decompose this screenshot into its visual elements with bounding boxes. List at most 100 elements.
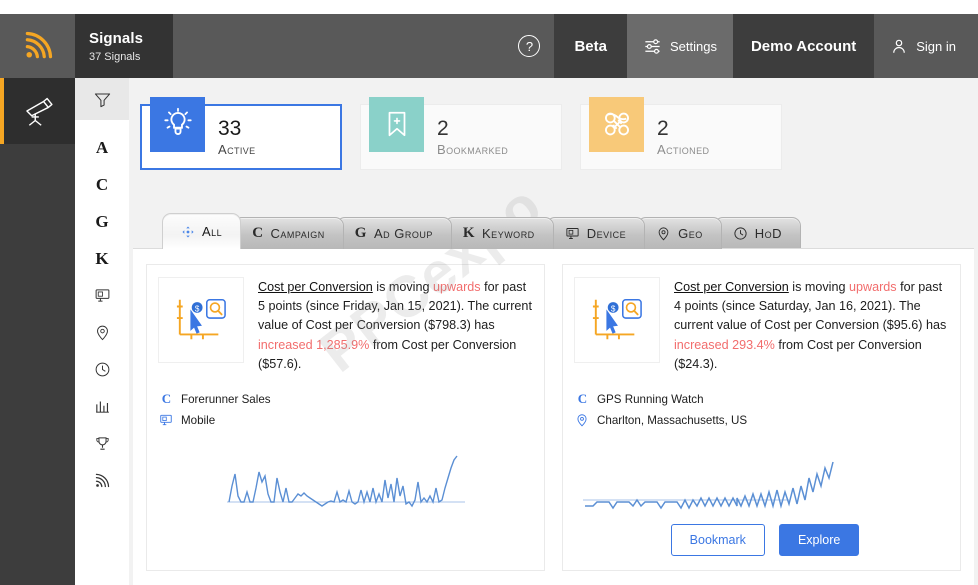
cost-signal-icon-box: $ [574, 277, 660, 363]
bar-chart-icon [95, 401, 109, 413]
campaign-letter-icon: C [161, 391, 172, 407]
signal-card[interactable]: $ Cost per Conversion is moving upwards … [562, 264, 961, 571]
app-title: Signals [89, 29, 144, 47]
tab-bar: All C Campaign G Ad Group K Keyword Devi… [162, 213, 801, 249]
stat-card-actioned[interactable]: 2 Actioned [580, 96, 782, 170]
tab-label: All [202, 224, 223, 239]
campaign-letter-icon: C [252, 225, 264, 241]
geo-pin-icon [658, 227, 669, 241]
bookmark-button[interactable]: Bookmark [670, 523, 765, 556]
signal-card[interactable]: $ Cost per Conversion is moving upwards … [146, 264, 545, 571]
explore-button[interactable]: Explore [778, 523, 860, 556]
meta-device: Mobile [159, 413, 544, 427]
tab-label: Keyword [482, 226, 535, 241]
adgroup-letter-icon: G [354, 225, 367, 241]
stat-text: 2 Actioned [657, 117, 710, 157]
tab-geo[interactable]: Geo [637, 217, 722, 249]
sidebar-item-explorer[interactable] [0, 78, 75, 144]
help-button[interactable]: ? [504, 14, 554, 78]
svg-text:$: $ [195, 304, 200, 313]
rail-item-trophy[interactable] [75, 425, 129, 462]
geo-pin-icon [577, 414, 587, 427]
bookmark-icon-box [369, 96, 424, 152]
stat-card-bookmarked[interactable]: 2 Bookmarked [360, 96, 562, 170]
tab-keyword[interactable]: K Keyword [443, 217, 554, 249]
tab-label: Campaign [270, 226, 325, 241]
rail-item-account[interactable]: A [75, 129, 129, 166]
bookmark-icon [388, 111, 405, 137]
app-logo[interactable] [0, 14, 75, 78]
sparkline-chart [227, 455, 465, 508]
card-description: Cost per Conversion is moving upwards fo… [674, 277, 949, 374]
cost-signal-icon-box: $ [158, 277, 244, 363]
sparkline-chart [583, 461, 834, 510]
lightbulb-icon-box [150, 96, 205, 152]
rail-item-chart[interactable] [75, 388, 129, 425]
card-change: increased 293.4% [674, 337, 775, 352]
device-icon [566, 228, 579, 239]
rail-item-campaign[interactable]: C [75, 166, 129, 203]
tab-device[interactable]: Device [545, 217, 646, 249]
tab-label: Device [586, 226, 627, 241]
tab-campaign[interactable]: C Campaign [233, 217, 344, 249]
card-change: increased 1,285.9% [258, 337, 370, 352]
meta-label: Forerunner Sales [181, 392, 271, 406]
stat-count: 2 [437, 116, 449, 140]
meta-geo: Charlton, Massachusetts, US [575, 413, 960, 427]
user-icon [893, 39, 906, 53]
stat-label: Bookmarked [437, 141, 509, 157]
card-text-1: is moving [372, 280, 433, 294]
stat-cards: 33 Active 2 Bookmarked 2 Actioned [140, 96, 782, 170]
svg-text:$: $ [611, 304, 616, 313]
rail-item-geo[interactable] [75, 314, 129, 351]
top-header: Signals 37 Signals ? Beta Settings Demo … [0, 14, 978, 78]
rail-item-signals[interactable] [75, 462, 129, 499]
rail-item-hod[interactable] [75, 351, 129, 388]
rail-item-device[interactable] [75, 277, 129, 314]
cost-signal-icon: $ [592, 299, 642, 340]
beta-button[interactable]: Beta [554, 14, 627, 78]
campaign-letter-icon: C [577, 391, 588, 407]
signal-card-list: $ Cost per Conversion is moving upwards … [133, 249, 974, 585]
filter-button[interactable] [75, 78, 129, 120]
meta-campaign: C GPS Running Watch [575, 391, 960, 407]
stat-card-active[interactable]: 33 Active [140, 96, 342, 170]
filter-icon [94, 92, 110, 107]
meta-label: GPS Running Watch [597, 392, 704, 406]
clock-icon [95, 362, 109, 377]
tab-label: Geo [678, 226, 703, 241]
card-sparkline [563, 448, 967, 526]
stat-text: 2 Bookmarked [437, 116, 509, 157]
lightbulb-icon [163, 107, 192, 135]
main-content: 33 Active 2 Bookmarked 2 Actioned All C … [129, 78, 978, 585]
sliders-icon [645, 38, 660, 54]
signal-icon [95, 473, 109, 488]
meta-label: Charlton, Massachusetts, US [597, 413, 748, 427]
rail-item-keyword[interactable]: K [75, 240, 129, 277]
card-actions: Bookmark Explore [563, 523, 967, 556]
card-direction: upwards [849, 280, 897, 294]
rail-item-adgroup[interactable]: G [75, 203, 129, 240]
trophy-icon [95, 437, 109, 450]
card-sparkline [147, 448, 551, 526]
signin-button[interactable]: Sign in [874, 14, 978, 78]
app-root: Signals 37 Signals ? Beta Settings Demo … [0, 0, 978, 585]
device-icon [160, 414, 172, 426]
primary-nav-rail [0, 78, 75, 585]
device-icon-wrap [159, 413, 174, 427]
header-spacer [173, 14, 504, 78]
tab-ad-group[interactable]: G Ad Group [335, 217, 452, 249]
card-metric-name: Cost per Conversion [258, 280, 373, 294]
geo-pin-icon [96, 325, 108, 341]
tab-all[interactable]: All [162, 213, 242, 249]
tab-label: Ad Group [373, 226, 433, 241]
stat-label: Actioned [657, 141, 710, 157]
device-icon [95, 289, 109, 302]
account-button[interactable]: Demo Account [732, 14, 875, 78]
signin-label: Sign in [916, 38, 956, 54]
tab-hod[interactable]: HoD [713, 217, 801, 249]
card-meta: C GPS Running Watch Charlton, Massachuse… [563, 391, 960, 427]
stat-label: Active [218, 141, 256, 157]
settings-button[interactable]: Settings [626, 14, 733, 78]
filter-rail: A C G K [75, 78, 129, 585]
